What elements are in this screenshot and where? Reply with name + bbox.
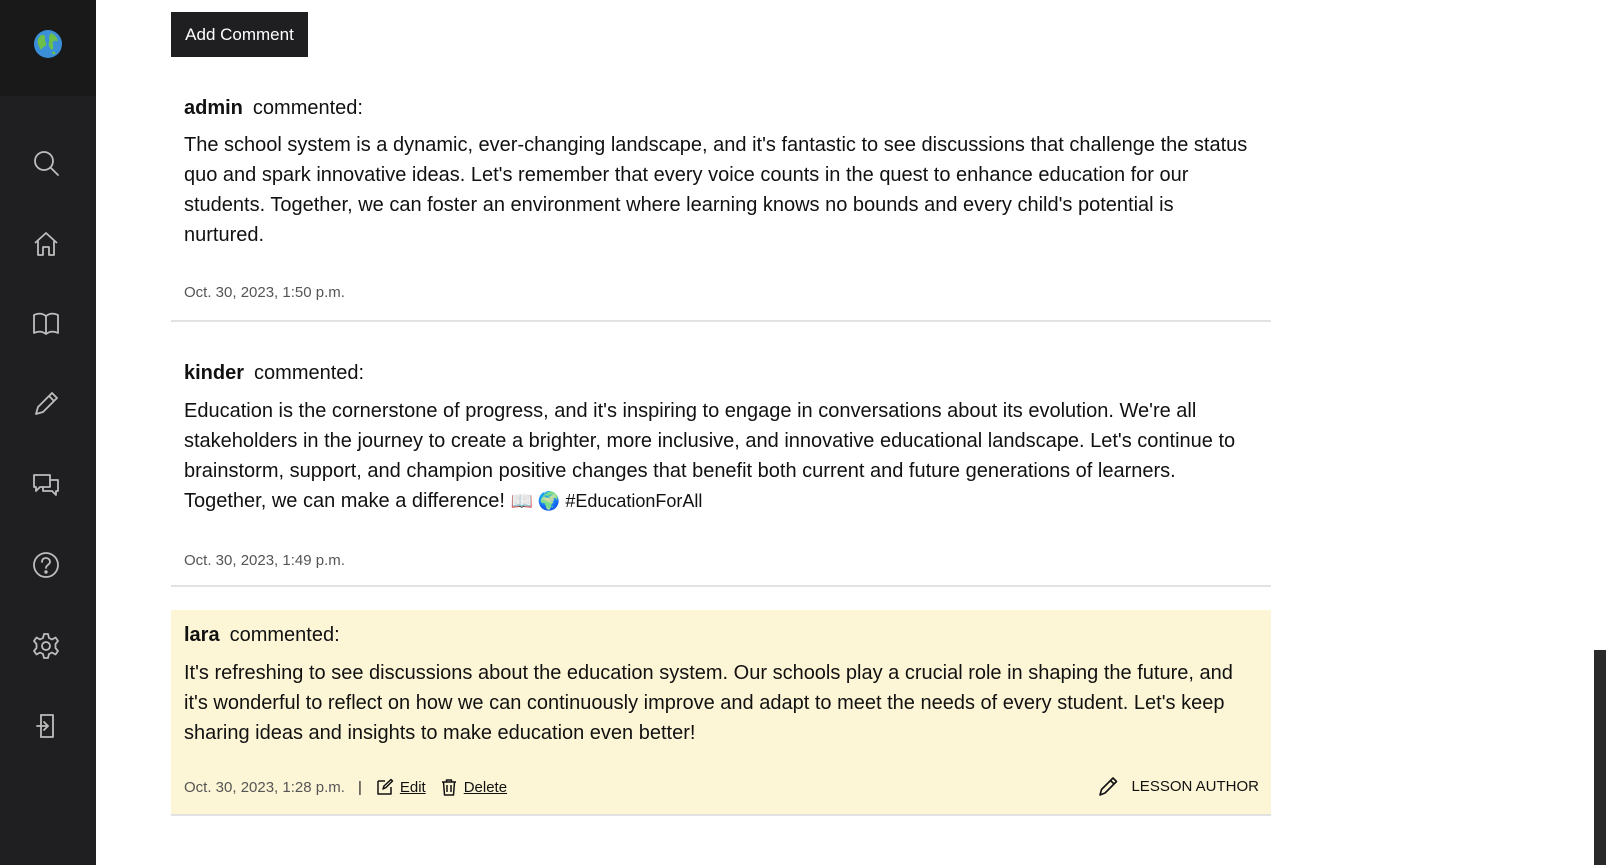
lesson-author-label: LESSON AUTHOR xyxy=(1131,777,1259,795)
comment-body-text: Education is the cornerstone of progress… xyxy=(184,400,1236,512)
edit-label[interactable]: Edit xyxy=(400,779,426,796)
comment-item: kinder commented: Education is the corner… xyxy=(171,352,1271,587)
comment-footer: Oct. 30, 2023, 1:28 p.m. | Edit Delete xyxy=(184,778,521,796)
scrollbar-thumb[interactable] xyxy=(1594,650,1606,865)
comment-body: The school system is a dynamic, ever-cha… xyxy=(184,134,1248,246)
gear-icon[interactable] xyxy=(31,631,61,661)
comment-header: lara commented: xyxy=(184,624,340,647)
pencil-icon xyxy=(1099,777,1118,796)
pencil-icon[interactable] xyxy=(31,389,61,419)
comment-author[interactable]: lara xyxy=(184,624,220,646)
logout-icon[interactable] xyxy=(31,711,61,741)
separator: | xyxy=(357,778,362,796)
comment-date: Oct. 30, 2023, 1:49 p.m. xyxy=(184,552,345,569)
comment-author[interactable]: admin xyxy=(184,97,243,119)
edit-comment-link[interactable]: Edit xyxy=(376,778,426,796)
delete-comment-link[interactable]: Delete xyxy=(440,778,507,796)
comment-header: admin commented: xyxy=(184,97,363,120)
logo-area xyxy=(0,0,96,96)
home-icon[interactable] xyxy=(31,229,61,259)
comment-item: admin commented: The school system is a d… xyxy=(171,88,1271,322)
globe-logo-icon[interactable] xyxy=(33,29,63,59)
comment-verb: commented: xyxy=(254,362,365,384)
comment-author[interactable]: kinder xyxy=(184,362,244,384)
comment-date: Oct. 30, 2023, 1:50 p.m. xyxy=(184,284,345,301)
add-comment-button[interactable]: Add Comment xyxy=(171,12,308,57)
comment-date: Oct. 30, 2023, 1:28 p.m. xyxy=(184,778,345,796)
help-icon[interactable] xyxy=(31,550,61,580)
sidebar xyxy=(0,0,96,865)
comment-header: kinder commented: xyxy=(184,362,364,385)
comment-verb: commented: xyxy=(229,624,340,646)
comment-body-emoji-tag: 📖 🌍 #EducationForAll xyxy=(510,491,703,511)
scrollbar-track[interactable] xyxy=(1594,0,1606,865)
chat-icon[interactable] xyxy=(31,470,61,500)
comment-item-own: lara commented: It's refreshing to see di… xyxy=(171,610,1271,816)
comment-verb: commented: xyxy=(252,97,363,119)
lesson-author-badge: LESSON AUTHOR xyxy=(1097,775,1259,797)
delete-label[interactable]: Delete xyxy=(464,779,507,796)
comment-body: Education is the cornerstone of progress… xyxy=(184,396,1259,516)
search-icon[interactable] xyxy=(31,148,61,178)
trash-icon xyxy=(441,779,456,796)
book-icon[interactable] xyxy=(31,309,61,339)
edit-icon xyxy=(377,778,394,795)
comment-body: It's refreshing to see discussions about… xyxy=(184,662,1233,744)
